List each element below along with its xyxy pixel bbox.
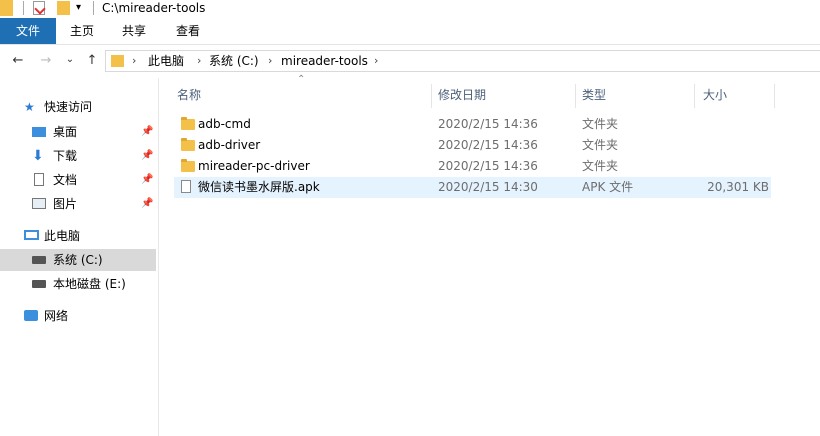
- window-title: C:\mireader-tools: [102, 1, 206, 15]
- drive-icon: [32, 280, 46, 288]
- file-name: mireader-pc-driver: [198, 159, 310, 173]
- customize-dropdown-icon[interactable]: ▾: [76, 0, 81, 16]
- network-icon: [24, 310, 38, 321]
- sidebar-item-label: 系统 (C:): [53, 253, 103, 267]
- column-divider[interactable]: [774, 84, 775, 108]
- file-type: APK 文件: [582, 180, 634, 194]
- qa-separator: [23, 1, 24, 15]
- pin-icon[interactable]: 📌: [141, 121, 153, 143]
- pin-icon[interactable]: 📌: [141, 145, 153, 167]
- sidebar-item-label: 此电脑: [44, 229, 81, 243]
- breadcrumb-system-c[interactable]: 系统 (C:): [209, 51, 259, 71]
- picture-icon: [32, 198, 46, 209]
- file-icon: [181, 180, 191, 193]
- chevron-right-icon[interactable]: ›: [197, 51, 201, 71]
- computer-icon: [24, 230, 39, 240]
- address-bar[interactable]: › 此电脑 › 系统 (C:) › mireader-tools ›: [105, 50, 820, 72]
- new-folder-icon[interactable]: [57, 1, 70, 15]
- chevron-right-icon[interactable]: ›: [268, 51, 272, 71]
- sidebar-item-network[interactable]: 网络: [0, 305, 156, 327]
- folder-icon: [0, 0, 13, 16]
- file-type: 文件夹: [582, 138, 619, 152]
- folder-icon: [111, 55, 124, 67]
- sidebar-item-quick-access[interactable]: ★ 快速访问: [0, 96, 156, 118]
- sidebar-item-local-disk-e[interactable]: 本地磁盘 (E:): [0, 273, 156, 295]
- sidebar-item-label: 本地磁盘 (E:): [53, 277, 126, 291]
- column-header-date[interactable]: 修改日期: [438, 84, 486, 106]
- column-divider[interactable]: [431, 84, 432, 108]
- ribbon-tabs: 文件 主页 共享 查看: [0, 18, 820, 45]
- sidebar-item-this-pc[interactable]: 此电脑: [0, 225, 156, 247]
- pin-icon[interactable]: 📌: [141, 193, 153, 215]
- sidebar-item-documents[interactable]: 文档 📌: [0, 169, 156, 191]
- download-icon: ⬇: [32, 148, 44, 164]
- chevron-right-icon[interactable]: ›: [374, 51, 378, 71]
- pin-icon[interactable]: 📌: [141, 169, 153, 191]
- file-type: 文件夹: [582, 117, 619, 131]
- file-date: 2020/2/15 14:36: [438, 117, 538, 131]
- column-divider[interactable]: [575, 84, 576, 108]
- sidebar-item-label: 图片: [53, 197, 78, 211]
- folder-icon: [181, 138, 195, 151]
- back-button[interactable]: ←: [10, 53, 26, 69]
- sidebar-item-downloads[interactable]: ⬇ 下载 📌: [0, 145, 156, 167]
- column-header-size[interactable]: 大小: [703, 84, 727, 106]
- file-name: adb-driver: [198, 138, 261, 152]
- file-name: 微信读书墨水屏版.apk: [198, 180, 320, 194]
- forward-button[interactable]: →: [38, 53, 54, 69]
- sort-arrow-icon: ⌃: [297, 74, 306, 85]
- tab-share[interactable]: 共享: [114, 18, 154, 44]
- breadcrumb-this-pc[interactable]: 此电脑: [148, 51, 184, 71]
- column-divider[interactable]: [694, 84, 695, 108]
- sidebar-item-label: 文档: [53, 173, 78, 187]
- document-icon: [34, 173, 44, 186]
- table-row[interactable]: adb-driver 2020/2/15 14:36 文件夹: [174, 135, 771, 156]
- file-date: 2020/2/15 14:30: [438, 180, 538, 194]
- star-icon: ★: [24, 100, 35, 114]
- pane-divider[interactable]: [158, 78, 159, 436]
- desktop-icon: [32, 127, 46, 137]
- tab-file[interactable]: 文件: [0, 18, 56, 44]
- title-bar: ▾ C:\mireader-tools: [0, 0, 820, 18]
- folder-icon: [181, 117, 195, 130]
- column-header-type[interactable]: 类型: [582, 84, 606, 106]
- file-name: adb-cmd: [198, 117, 251, 131]
- sidebar-item-label: 下载: [53, 149, 78, 163]
- tab-home[interactable]: 主页: [62, 18, 102, 44]
- properties-icon[interactable]: [33, 1, 46, 15]
- drive-icon: [32, 256, 46, 264]
- sidebar-item-label: 桌面: [53, 125, 78, 139]
- file-date: 2020/2/15 14:36: [438, 138, 538, 152]
- file-date: 2020/2/15 14:36: [438, 159, 538, 173]
- chevron-right-icon[interactable]: ›: [132, 51, 136, 71]
- table-row[interactable]: mireader-pc-driver 2020/2/15 14:36 文件夹: [174, 156, 771, 177]
- qa-separator-2: [93, 1, 94, 15]
- column-header-name[interactable]: 名称: [177, 84, 201, 106]
- file-type: 文件夹: [582, 159, 619, 173]
- sidebar-item-label: 快速访问: [44, 100, 93, 114]
- breadcrumb-mireader-tools[interactable]: mireader-tools: [281, 51, 368, 71]
- tab-view[interactable]: 查看: [168, 18, 208, 44]
- folder-icon: [181, 159, 195, 172]
- table-row[interactable]: 微信读书墨水屏版.apk 2020/2/15 14:30 APK 文件 20,3…: [174, 177, 771, 198]
- table-row[interactable]: adb-cmd 2020/2/15 14:36 文件夹: [174, 114, 771, 135]
- sidebar-item-label: 网络: [44, 309, 69, 323]
- sidebar-item-pictures[interactable]: 图片 📌: [0, 193, 156, 215]
- sidebar-item-desktop[interactable]: 桌面 📌: [0, 121, 156, 143]
- recent-locations-button[interactable]: ⌄: [62, 52, 78, 68]
- file-size: 20,301 KB: [707, 180, 769, 194]
- sidebar-item-system-c[interactable]: 系统 (C:): [0, 249, 156, 271]
- up-button[interactable]: ↑: [84, 53, 100, 69]
